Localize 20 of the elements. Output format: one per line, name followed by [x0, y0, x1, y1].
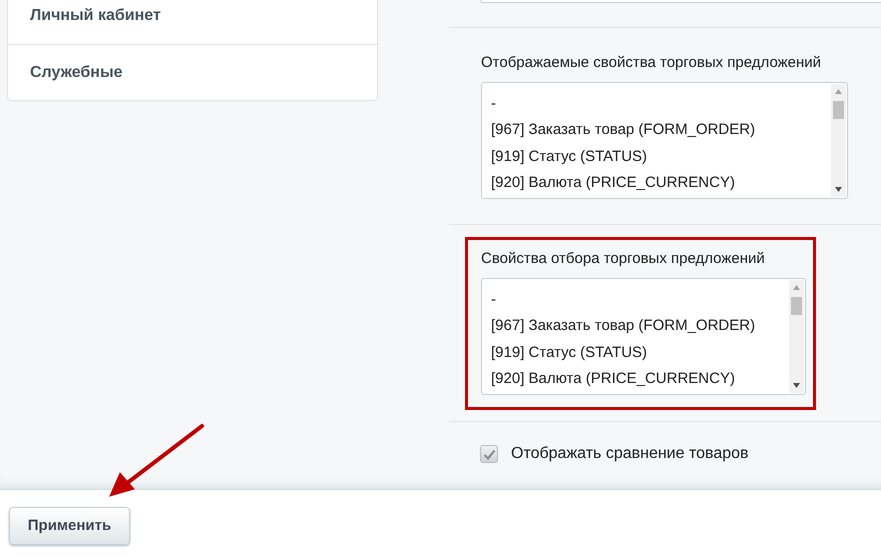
- listbox[interactable]: - [967] Заказать товар (FORM_ORDER) [919] Статус (STATUS) [920] Валюта (PRICE_CURRENCY): [481, 278, 806, 394]
- apply-button[interactable]: Применить: [9, 507, 130, 545]
- field-label: Свойства отбора торговых предложений: [481, 249, 766, 269]
- sidebar-item[interactable]: Личный кабинет: [30, 4, 161, 28]
- listbox-option[interactable]: [919] Статус (STATUS): [491, 144, 827, 170]
- listbox-option[interactable]: [967] Заказать товар (FORM_ORDER): [491, 313, 785, 340]
- sidebar-item[interactable]: Служебные: [30, 60, 123, 84]
- scrollbar[interactable]: [831, 84, 846, 196]
- listbox-option[interactable]: [920] Валюта (PRICE_CURRENCY): [491, 366, 785, 392]
- listbox-option[interactable]: [919] Статус (STATUS): [491, 340, 785, 366]
- field-label: Отображаемые свойства торговых предложений: [481, 53, 822, 73]
- listbox-option[interactable]: -: [491, 286, 785, 313]
- listbox-option[interactable]: -: [491, 90, 827, 117]
- listbox-option[interactable]: [920] Валюта (PRICE_CURRENCY): [491, 170, 827, 196]
- listbox-option[interactable]: [967] Заказать товар (FORM_ORDER): [491, 117, 827, 144]
- checkbox[interactable]: [480, 445, 498, 463]
- scrollbar[interactable]: [789, 280, 804, 392]
- listbox[interactable]: - [967] Заказать товар (FORM_ORDER) [919] Статус (STATUS) [920] Валюта (PRICE_CURRENCY): [481, 82, 848, 198]
- input-field[interactable]: [480, 0, 881, 3]
- checkbox-label: Отображать сравнение товаров: [511, 444, 749, 464]
